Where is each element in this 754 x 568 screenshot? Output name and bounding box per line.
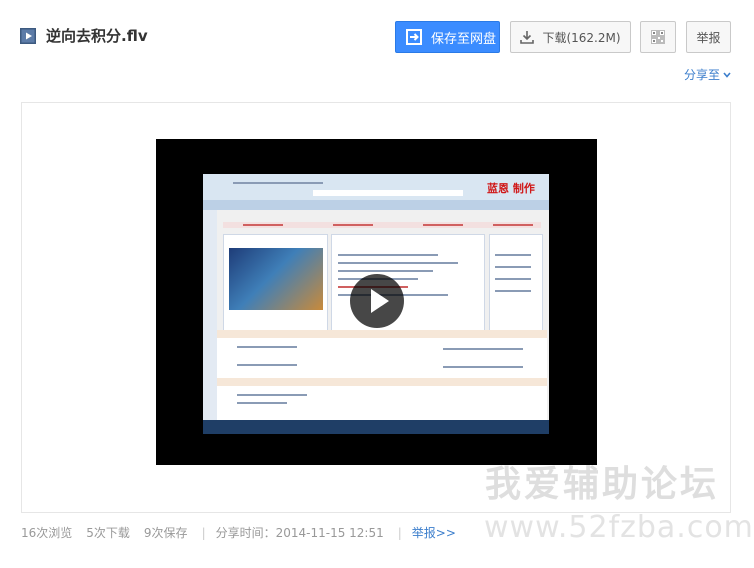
file-stats: 16次浏览 5次下载 9次保存 | 分享时间：2014-11-15 12:51 … [21, 524, 456, 541]
view-count: 16次浏览 [21, 526, 73, 540]
download-icon [520, 31, 535, 44]
download-button-label: 下载(162.2M) [542, 30, 621, 45]
frame-text [338, 270, 433, 272]
frame-text [443, 366, 523, 368]
file-title: 逆向去积分.flv [46, 27, 148, 45]
frame-text [233, 182, 323, 184]
frame-taskbar [203, 420, 549, 434]
frame-text [495, 254, 531, 256]
frame-tabs [203, 200, 549, 210]
qr-code-button[interactable] [640, 21, 676, 53]
report-link[interactable]: 举报>> [412, 524, 456, 541]
video-file-icon [20, 28, 36, 44]
frame-text [237, 364, 297, 366]
recording-watermark: 蓝恩 制作 [487, 182, 535, 195]
play-icon[interactable] [349, 273, 405, 329]
download-button[interactable]: 下载(162.2M) [510, 21, 631, 53]
frame-text [243, 224, 283, 226]
frame-text [338, 262, 458, 264]
frame-text [443, 348, 523, 350]
share-label: 分享至 [684, 68, 721, 82]
file-header: 逆向去积分.flv 保存至网盘 下载(162.2M) 举报 分享至 [0, 0, 754, 90]
site-watermark-title: 我爱辅助论坛 [485, 464, 720, 505]
save-to-netdisk-button[interactable]: 保存至网盘 [395, 21, 500, 53]
frame-text [495, 278, 531, 280]
save-button-label: 保存至网盘 [431, 31, 497, 47]
frame-text [237, 402, 287, 404]
frame-section-header [217, 330, 547, 338]
frame-thumbnail [229, 248, 323, 310]
site-watermark-url: www.52fzba.com [484, 510, 754, 545]
share-dropdown[interactable]: 分享至 [684, 66, 731, 83]
frame-list [217, 338, 547, 378]
frame-text [333, 224, 373, 226]
frame-text [495, 266, 531, 268]
frame-text [338, 254, 438, 256]
save-count: 9次保存 [143, 526, 188, 540]
frame-text [493, 224, 533, 226]
frame-address-bar [313, 190, 463, 196]
frame-section-header [217, 378, 547, 386]
report-button-label: 举报 [696, 30, 721, 45]
frame-sidebar [203, 210, 217, 420]
chevron-down-icon [723, 71, 731, 78]
frame-text [237, 346, 297, 348]
frame-panel [489, 234, 543, 332]
share-time: 分享时间：2014-11-15 12:51 [215, 526, 384, 540]
frame-text [495, 290, 531, 292]
frame-text [423, 224, 463, 226]
report-button[interactable]: 举报 [686, 21, 731, 53]
qr-code-icon [651, 30, 665, 44]
divider: | [201, 525, 206, 540]
download-count: 5次下载 [86, 526, 130, 540]
divider: | [397, 525, 402, 540]
save-icon [406, 29, 422, 45]
frame-text [237, 394, 307, 396]
